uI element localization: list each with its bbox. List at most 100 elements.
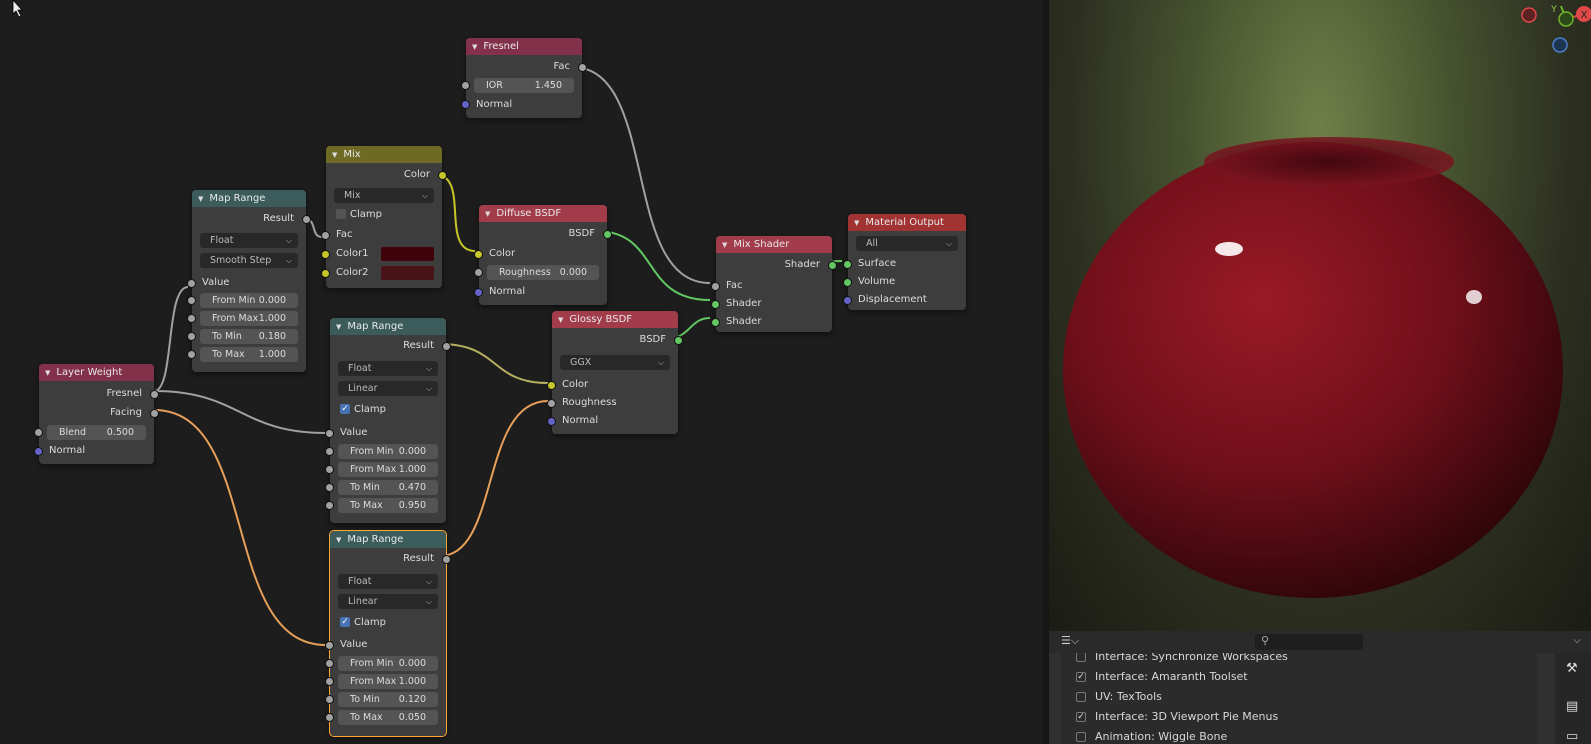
input-socket-to-max[interactable]	[326, 502, 333, 509]
addon-checkbox[interactable]	[1076, 653, 1086, 662]
addon-checkbox[interactable]	[1076, 732, 1086, 742]
node-header[interactable]: ▼ Layer Weight	[39, 364, 154, 381]
collapse-chevron-icon[interactable]: ▼	[854, 219, 859, 227]
collapse-chevron-icon[interactable]: ▼	[45, 369, 50, 377]
from-max-field[interactable]: From Max 1.000	[200, 311, 298, 326]
collapse-chevron-icon[interactable]: ▼	[332, 151, 337, 159]
collapse-chevron-icon[interactable]: ▼	[485, 210, 490, 218]
node-header[interactable]: ▼ Mix	[326, 146, 442, 163]
input-socket-roughness[interactable]	[475, 269, 482, 276]
node-header[interactable]: ▼ Map Range	[330, 318, 446, 335]
checkbox-box[interactable]	[336, 209, 346, 219]
tools-icon[interactable]: ⚒	[1566, 661, 1578, 676]
checkmark-icon[interactable]: ✓	[340, 404, 350, 414]
navigation-gizmo[interactable]: X Y	[1491, 0, 1591, 60]
node-editor[interactable]: ▼ Fresnel Fac IOR 1.450 Normal ▼ Mix Color …	[0, 0, 1058, 744]
input-socket-value[interactable]	[326, 430, 333, 437]
output-socket-bsdf[interactable]	[604, 231, 611, 238]
chevron-down-icon[interactable]: ⌵	[1573, 635, 1581, 646]
distribution-select[interactable]: GGX ⌵	[560, 355, 670, 370]
ior-field[interactable]: IOR 1.450	[474, 78, 574, 93]
output-socket-fac[interactable]	[579, 64, 586, 71]
input-socket-to-max[interactable]	[188, 351, 195, 358]
output-socket-result[interactable]	[303, 216, 310, 223]
input-socket-shader-1[interactable]	[712, 301, 719, 308]
node-map-range-2[interactable]: ▼ Map Range Result Float ⌵ Linear ⌵ ✓ Clamp …	[326, 318, 450, 523]
input-socket-color1[interactable]	[322, 251, 329, 258]
node-glossy-bsdf[interactable]: ▼ Glossy BSDF BSDF GGX ⌵ Color Roughness N…	[548, 311, 682, 434]
interpolation-select[interactable]: Linear ⌵	[338, 594, 438, 609]
input-socket-value[interactable]	[188, 280, 195, 287]
checkmark-icon[interactable]: ✓	[1076, 712, 1086, 722]
data-type-select[interactable]: Float ⌵	[338, 574, 438, 589]
addon-checkbox[interactable]	[1076, 692, 1086, 702]
output-socket-fresnel[interactable]	[151, 391, 158, 398]
collapse-chevron-icon[interactable]: ▼	[336, 536, 341, 544]
from-min-field[interactable]: From Min 0.000	[338, 444, 438, 459]
input-socket-from-max[interactable]	[188, 315, 195, 322]
input-socket-surface[interactable]	[844, 261, 851, 268]
collapse-chevron-icon[interactable]: ▼	[472, 43, 477, 51]
input-socket-to-min[interactable]	[188, 333, 195, 340]
node-header[interactable]: ▼ Map Range	[330, 531, 446, 548]
to-min-field[interactable]: To Min 0.180	[200, 329, 298, 344]
color2-swatch[interactable]	[381, 266, 434, 280]
input-socket-to-max[interactable]	[326, 714, 333, 721]
input-socket-blend[interactable]	[35, 429, 42, 436]
roughness-field[interactable]: Roughness 0.000	[487, 265, 599, 280]
gizmo-neg-y-icon[interactable]	[1558, 11, 1574, 27]
input-socket-normal[interactable]	[475, 289, 482, 296]
input-socket-color2[interactable]	[322, 270, 329, 277]
input-socket-ior[interactable]	[462, 82, 469, 89]
input-socket-from-max[interactable]	[326, 466, 333, 473]
list-item[interactable]: UV: TexTools	[1061, 687, 1162, 707]
node-header[interactable]: ▼ Fresnel	[466, 38, 582, 55]
input-socket-from-min[interactable]	[326, 660, 333, 667]
to-max-field[interactable]: To Max 1.000	[200, 347, 298, 362]
output-socket-color[interactable]	[439, 172, 446, 179]
to-max-field[interactable]: To Max 0.050	[338, 710, 438, 725]
from-min-field[interactable]: From Min 0.000	[338, 656, 438, 671]
color1-swatch[interactable]	[381, 247, 434, 261]
search-input[interactable]: ⚲	[1255, 634, 1363, 650]
input-socket-value[interactable]	[326, 642, 333, 649]
input-socket-color[interactable]	[548, 382, 555, 389]
clamp-checkbox[interactable]: ✓ Clamp	[338, 615, 386, 630]
interpolation-select[interactable]: Smooth Step ⌵	[200, 253, 298, 268]
output-socket-result[interactable]	[443, 556, 450, 563]
output-socket-result[interactable]	[443, 343, 450, 350]
collapse-chevron-icon[interactable]: ▼	[336, 323, 341, 331]
collapse-chevron-icon[interactable]: ▼	[558, 316, 563, 324]
gizmo-neg-x-icon[interactable]	[1521, 7, 1537, 23]
data-type-select[interactable]: Float ⌵	[200, 233, 298, 248]
node-header[interactable]: ▼ Map Range	[192, 190, 306, 207]
input-socket-fac[interactable]	[322, 232, 329, 239]
from-max-field[interactable]: From Max 1.000	[338, 462, 438, 477]
gizmo-z-axis-icon[interactable]	[1552, 37, 1568, 53]
file-icon[interactable]: ▭	[1566, 729, 1578, 744]
input-socket-to-min[interactable]	[326, 484, 333, 491]
clamp-checkbox[interactable]: ✓ Clamp	[338, 402, 386, 417]
collapse-chevron-icon[interactable]: ▼	[198, 195, 203, 203]
input-socket-shader-2[interactable]	[712, 319, 719, 326]
to-max-field[interactable]: To Max 0.950	[338, 498, 438, 513]
node-mix[interactable]: ▼ Mix Color Mix ⌵ Clamp Fac Color1 Color2	[322, 146, 446, 288]
data-type-select[interactable]: Float ⌵	[338, 361, 438, 376]
list-item[interactable]: ✓ Interface: 3D Viewport Pie Menus	[1061, 707, 1278, 727]
input-socket-roughness[interactable]	[548, 400, 555, 407]
checkmark-icon[interactable]: ✓	[340, 617, 350, 627]
input-socket-normal[interactable]	[35, 448, 42, 455]
blend-field[interactable]: Blend 0.500	[47, 425, 146, 440]
checkmark-icon[interactable]: ✓	[1076, 672, 1086, 682]
input-socket-normal[interactable]	[462, 101, 469, 108]
input-socket-from-max[interactable]	[326, 678, 333, 685]
node-header[interactable]: ▼ Diffuse BSDF	[479, 205, 607, 222]
target-select[interactable]: All ⌵	[856, 236, 958, 251]
to-min-field[interactable]: To Min 0.470	[338, 480, 438, 495]
archive-icon[interactable]: ▤	[1566, 699, 1578, 714]
output-socket-facing[interactable]	[151, 410, 158, 417]
from-max-field[interactable]: From Max 1.000	[338, 674, 438, 689]
interpolation-select[interactable]: Linear ⌵	[338, 381, 438, 396]
node-fresnel[interactable]: ▼ Fresnel Fac IOR 1.450 Normal	[462, 38, 586, 118]
input-socket-to-min[interactable]	[326, 696, 333, 703]
